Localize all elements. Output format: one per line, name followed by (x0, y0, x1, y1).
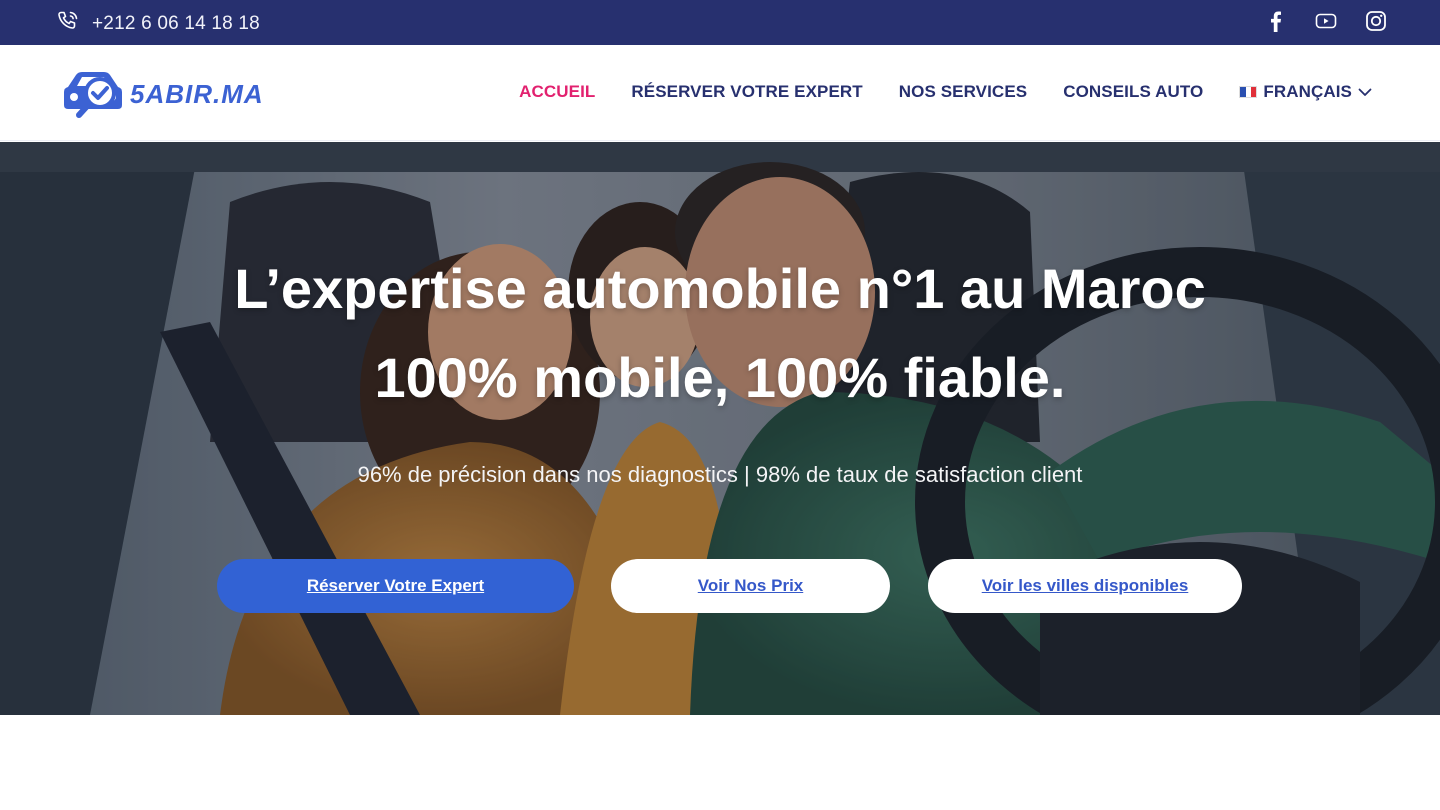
language-label: FRANÇAIS (1263, 82, 1352, 101)
phone-link[interactable]: +212 6 06 14 18 18 (56, 9, 260, 38)
youtube-icon[interactable] (1314, 9, 1338, 33)
french-flag-icon (1239, 86, 1258, 98)
main-nav: ACCUEIL RÉSERVER VOTRE EXPERT NOS SERVIC… (519, 82, 1372, 102)
hero-subtitle: 96% de précision dans nos diagnostics | … (357, 462, 1083, 487)
nav-item-services[interactable]: NOS SERVICES (899, 82, 1027, 102)
chevron-down-icon (1358, 82, 1372, 102)
content-area (0, 715, 1440, 810)
view-prices-button[interactable]: Voir Nos Prix (611, 559, 890, 613)
hero-section: L’expertise automobile n°1 au Maroc 100%… (0, 142, 1440, 715)
hero-overlay (0, 142, 1440, 715)
phone-icon (56, 9, 80, 38)
phone-number: +212 6 06 14 18 18 (92, 12, 260, 34)
nav-item-accueil[interactable]: ACCUEIL (519, 82, 595, 102)
language-selector[interactable]: FRANÇAIS (1239, 82, 1372, 102)
nav-item-reserver[interactable]: RÉSERVER VOTRE EXPERT (631, 82, 862, 102)
facebook-icon[interactable] (1264, 9, 1288, 33)
hero-title-line2: 100% mobile, 100% fiable. (374, 346, 1066, 409)
view-cities-button[interactable]: Voir les villes disponibles (928, 559, 1242, 613)
site-header: 5ABIR.MA ACCUEIL RÉSERVER VOTRE EXPERT N… (0, 45, 1440, 141)
logo-text: 5ABIR.MA (130, 79, 264, 109)
car-check-logo-icon (62, 65, 124, 124)
hero-title-line1: L’expertise automobile n°1 au Maroc (234, 257, 1206, 320)
nav-item-conseils[interactable]: CONSEILS AUTO (1063, 82, 1203, 102)
top-bar: +212 6 06 14 18 18 (0, 0, 1440, 45)
reserve-expert-button[interactable]: Réserver Votre Expert (217, 559, 574, 613)
instagram-icon[interactable] (1364, 9, 1388, 33)
site-logo[interactable]: 5ABIR.MA (62, 65, 264, 124)
social-links (1264, 9, 1388, 33)
